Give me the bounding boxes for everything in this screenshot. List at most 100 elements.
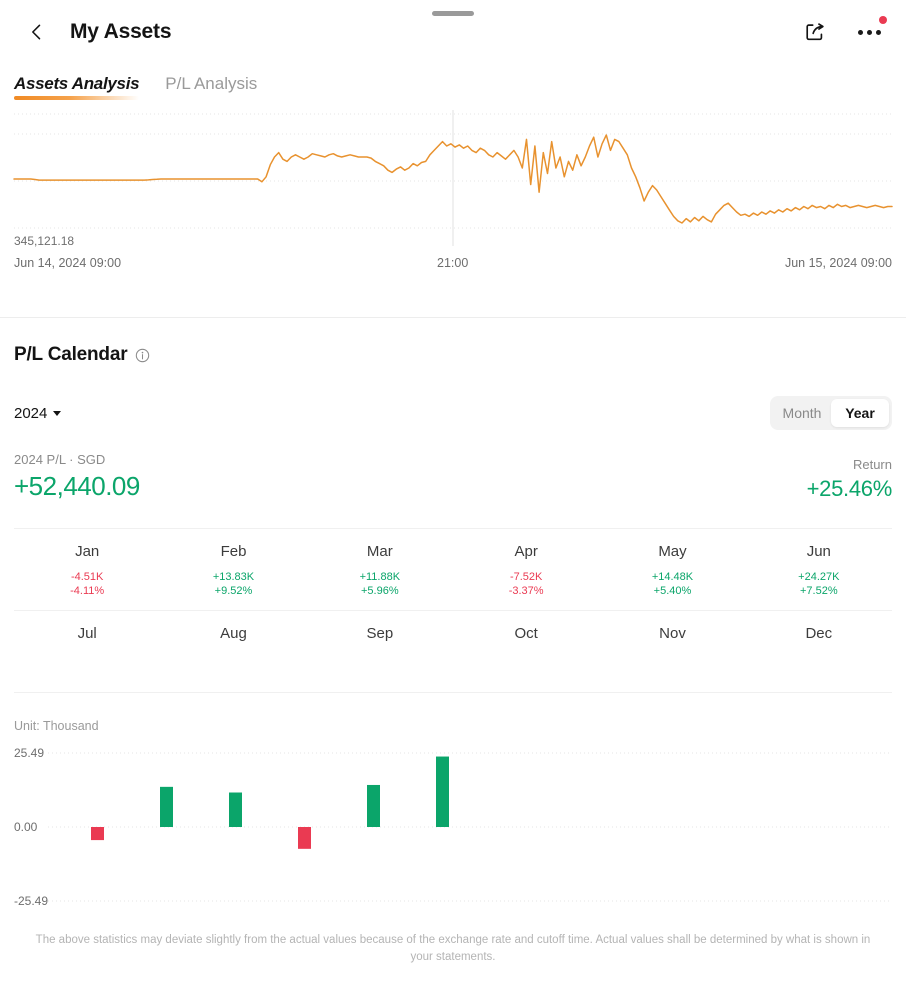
section-divider xyxy=(0,317,906,318)
bar-series xyxy=(91,756,449,849)
x-axis-mid: 21:00 xyxy=(437,256,469,270)
month-name: Jun xyxy=(806,543,831,560)
bar-y-axis-max: 25.49 xyxy=(14,746,45,760)
share-button[interactable] xyxy=(800,17,830,47)
pl-calendar-title: P/L Calendar xyxy=(14,344,128,365)
pl-total-value: +52,440.09 xyxy=(14,471,140,501)
month-cell-dec[interactable]: Dec xyxy=(746,611,892,692)
month-values: +11.88K +5.96% xyxy=(307,570,453,598)
month-values xyxy=(746,652,892,680)
year-and-period-row: 2024 Month Year xyxy=(14,396,892,430)
pl-summary-row: 2024 P/L · SGD +52,440.09 Return +25.46% xyxy=(14,452,892,502)
bar-y-axis-min: -25.49 xyxy=(14,894,49,908)
bar-apr[interactable] xyxy=(298,827,311,849)
year-selector-label: 2024 xyxy=(14,404,48,422)
bar-chart-unit-label: Unit: Thousand xyxy=(14,719,99,733)
month-amount: +13.83K xyxy=(212,571,255,583)
month-values: +14.48K +5.40% xyxy=(599,570,745,598)
year-selector[interactable]: 2024 xyxy=(14,404,62,422)
month-percent: +7.52% xyxy=(800,585,838,597)
month-cell-mar[interactable]: Mar +11.88K +5.96% xyxy=(307,529,453,610)
month-values xyxy=(160,652,306,680)
months-row-first-half: Jan -4.51K -4.11% Feb +13.83K +9.52% Mar xyxy=(14,528,892,610)
pl-calendar-header: P/L Calendar xyxy=(14,344,892,366)
month-name: Jul xyxy=(77,625,97,642)
assets-line-chart-svg xyxy=(13,110,893,246)
month-cell-aug[interactable]: Aug xyxy=(160,611,306,692)
month-percent: +5.96% xyxy=(361,585,399,597)
segment-month[interactable]: Month xyxy=(773,399,831,427)
month-cell-sep[interactable]: Sep xyxy=(307,611,453,692)
footer-disclaimer: The above statistics may deviate slightl… xyxy=(35,934,871,963)
bar-may[interactable] xyxy=(367,784,380,827)
month-amount: -4.51K xyxy=(70,571,104,583)
chevron-left-icon xyxy=(32,24,41,40)
bar-mar[interactable] xyxy=(229,792,242,827)
bar-y-axis-zero: 0.00 xyxy=(14,820,38,834)
x-axis-start: Jun 14, 2024 09:00 xyxy=(14,256,122,270)
month-cell-may[interactable]: May +14.48K +5.40% xyxy=(599,529,745,610)
month-name: Apr xyxy=(514,543,538,560)
bar-gridlines xyxy=(48,752,892,902)
month-values: +24.27K +7.52% xyxy=(746,570,892,598)
tab-pl-analysis[interactable]: P/L Analysis xyxy=(165,74,257,100)
month-values xyxy=(453,652,599,680)
monthly-pl-bar-chart: Unit: Thousand 25.49 0.00 -25.49 xyxy=(0,719,906,919)
month-amount: +14.48K xyxy=(651,571,694,583)
pl-return-label: Return xyxy=(852,457,892,472)
month-cell-jun[interactable]: Jun +24.27K +7.52% xyxy=(746,529,892,610)
month-name: Feb xyxy=(220,543,247,560)
my-assets-screen: My Assets Assets Analysis P/L Analysis 3… xyxy=(0,0,906,994)
pl-return-value: +25.46% xyxy=(806,476,893,501)
segment-year[interactable]: Year xyxy=(831,399,889,427)
notification-badge xyxy=(879,16,887,24)
month-cell-apr[interactable]: Apr -7.52K -3.37% xyxy=(453,529,599,610)
months-grid: Jan -4.51K -4.11% Feb +13.83K +9.52% Mar xyxy=(14,528,892,693)
month-values: +13.83K +9.52% xyxy=(160,570,306,598)
month-name: Sep xyxy=(366,625,394,642)
month-values xyxy=(599,652,745,680)
month-percent: -3.37% xyxy=(508,585,544,597)
month-amount: +24.27K xyxy=(798,571,840,583)
bar-jan[interactable] xyxy=(91,827,104,841)
bar-feb[interactable] xyxy=(160,786,173,827)
month-cell-oct[interactable]: Oct xyxy=(453,611,599,692)
month-name: May xyxy=(658,543,687,560)
analysis-tabs: Assets Analysis P/L Analysis xyxy=(0,64,906,100)
top-bar-actions xyxy=(800,16,887,47)
month-amount: +11.88K xyxy=(359,571,401,583)
month-values xyxy=(307,652,453,680)
tab-assets-analysis[interactable]: Assets Analysis xyxy=(14,74,140,100)
gridlines xyxy=(14,110,892,246)
bar-jun[interactable] xyxy=(436,756,449,827)
months-row-second-half: Jul Aug Sep Oct Nov Dec xyxy=(14,610,892,693)
sheet-grabber[interactable] xyxy=(432,11,474,16)
month-cell-jul[interactable]: Jul xyxy=(14,611,160,692)
x-axis-end: Jun 15, 2024 09:00 xyxy=(784,256,892,270)
assets-line-chart[interactable]: 345,121.18 Jun 14, 2024 09:00 21:00 Jun … xyxy=(0,106,906,301)
month-values xyxy=(14,652,160,680)
month-name: Nov xyxy=(659,625,686,642)
pl-calendar-section: P/L Calendar 2024 Month Year 2024 P/L · … xyxy=(0,344,906,693)
info-icon[interactable] xyxy=(135,348,150,363)
month-cell-feb[interactable]: Feb +13.83K +9.52% xyxy=(160,529,306,610)
assets-chart-value: 345,121.18 xyxy=(14,234,75,248)
page-title: My Assets xyxy=(70,20,172,43)
month-percent: -4.11% xyxy=(70,585,105,597)
share-icon xyxy=(806,23,824,41)
month-cell-jan[interactable]: Jan -4.51K -4.11% xyxy=(14,529,160,610)
bar-chart-plot[interactable]: 25.49 0.00 -25.49 xyxy=(0,741,906,916)
month-cell-nov[interactable]: Nov xyxy=(599,611,745,692)
more-options-button[interactable] xyxy=(854,16,887,47)
month-percent: +5.40% xyxy=(653,585,692,597)
assets-chart-x-axis: Jun 14, 2024 09:00 21:00 Jun 15, 2024 09… xyxy=(0,256,906,278)
pl-return: Return +25.46% xyxy=(806,457,893,502)
period-segmented-control: Month Year xyxy=(770,396,892,430)
month-name: Dec xyxy=(805,625,833,642)
pl-total-label: 2024 P/L · SGD xyxy=(14,452,106,467)
bar-chart-svg xyxy=(48,752,892,902)
month-amount: -7.52K xyxy=(509,571,543,583)
back-button[interactable] xyxy=(22,17,52,47)
month-name: Jan xyxy=(75,543,100,560)
month-name: Oct xyxy=(514,625,538,642)
